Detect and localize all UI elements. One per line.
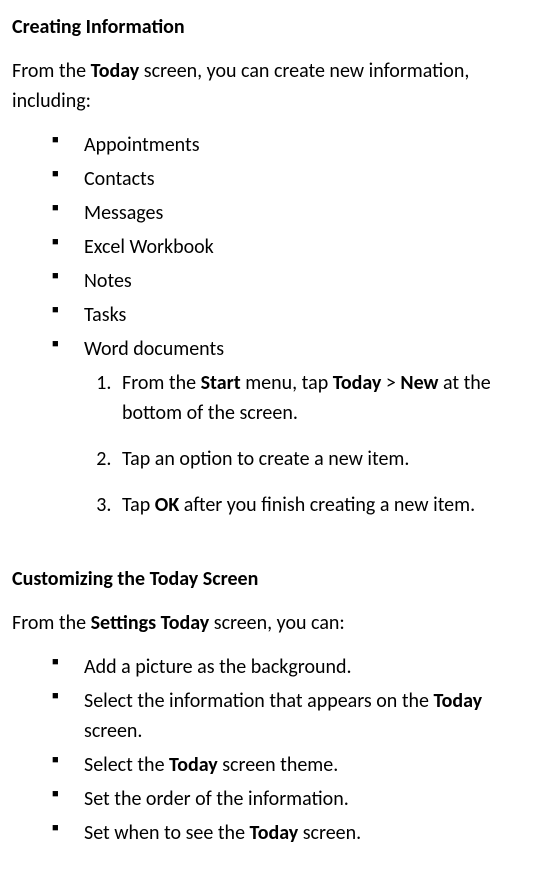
list-item: Contacts [52,164,521,194]
bold-ok: OK [155,493,179,517]
heading-creating-information: Creating Information [12,12,521,42]
list-item: Add a picture as the background. [52,652,521,682]
heading-customizing-today: Customizing the Today Screen [12,564,521,594]
bold-today: Today [250,821,299,845]
text: > [381,371,400,395]
bold-today: Today [169,753,218,777]
list-item: Set when to see the Today screen. [52,818,521,848]
list-item: Appointments [52,130,521,160]
list-item: Messages [52,198,521,228]
bold-today: Today [333,371,382,395]
text: screen. [84,719,142,743]
bold-new: New [400,371,438,395]
step-item: Tap OK after you finish creating a new i… [116,490,521,520]
list-item: Word documents From the Start menu, tap … [52,334,521,520]
list-item: Select the information that appears on t… [52,686,521,746]
text: screen, you can: [209,611,345,635]
text: Select the information that appears on t… [84,689,434,713]
list-item: Select the Today screen theme. [52,750,521,780]
list-item-label: Word documents [84,337,224,361]
bold-today: Today [434,689,483,713]
list-item: Notes [52,266,521,296]
text: screen. [298,821,361,845]
bold-start: Start [201,371,241,395]
list-item: Excel Workbook [52,232,521,262]
list-item: Set the order of the information. [52,784,521,814]
text: From the [12,611,91,635]
bullet-list-creating: Appointments Contacts Messages Excel Wor… [12,130,521,520]
bold-settings-today: Settings Today [91,611,210,635]
step-item: From the Start menu, tap Today > New at … [116,368,521,428]
text: Set when to see the [84,821,250,845]
step-item: Tap an option to create a new item. [116,444,521,474]
intro-paragraph-1: From the Today screen, you can create ne… [12,56,521,116]
bullet-list-customizing: Add a picture as the background. Select … [12,652,521,848]
text: menu, tap [241,371,333,395]
text: Tap [122,493,155,517]
intro-paragraph-2: From the Settings Today screen, you can: [12,608,521,638]
bold-today: Today [91,59,140,83]
text: From the [12,59,91,83]
text: Select the [84,753,169,777]
text: screen theme. [218,753,339,777]
steps-list: From the Start menu, tap Today > New at … [84,368,521,520]
text: after you finish creating a new item. [179,493,475,517]
text: From the [122,371,201,395]
list-item: Tasks [52,300,521,330]
